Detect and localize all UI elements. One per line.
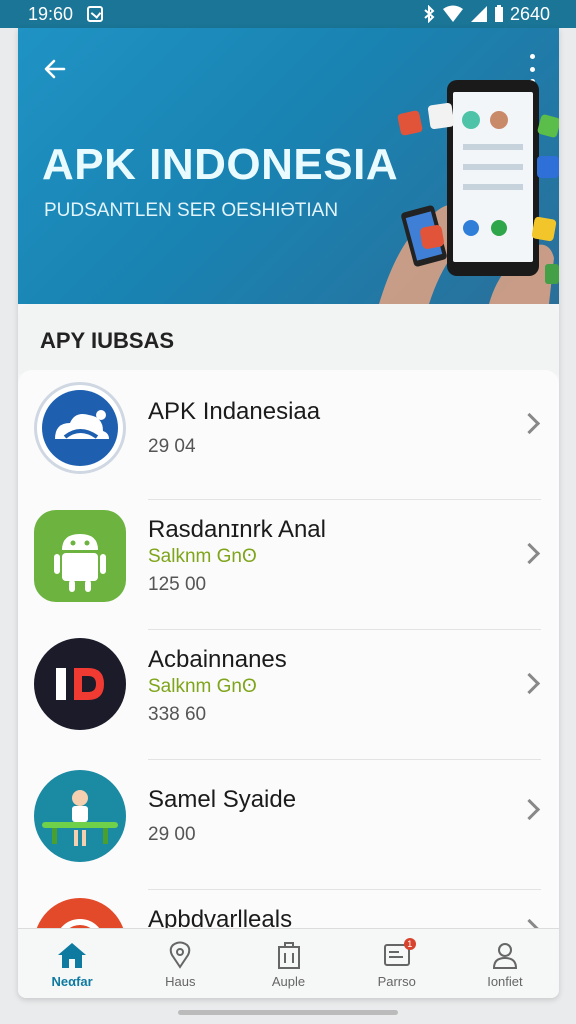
nav-item-parrso[interactable]: 1 Parrso: [343, 929, 451, 998]
app-tag: Salknm Gnʘ: [148, 676, 257, 697]
chevron-right-icon: [518, 798, 541, 821]
battery-icon: [494, 5, 503, 22]
list-item[interactable]: Rasdanɪnrk Anal Salknm Gnʘ 125 00: [18, 500, 559, 630]
app-screen: APK INDONESIA PUDSANTLEN SER OESHIƏTIAN: [18, 28, 559, 998]
app-meta: 29 00: [148, 824, 196, 845]
notification-icon: [87, 6, 104, 22]
android-icon: [34, 510, 126, 602]
back-arrow-icon[interactable]: [42, 56, 72, 86]
bottom-nav: Neαfar Haus Auple 1 Parrso Ionfiet: [18, 928, 559, 998]
red-ring-icon: [34, 898, 126, 930]
app-tag: Salknm Gnʘ: [148, 546, 257, 567]
app-meta: 29 04: [148, 436, 196, 457]
nav-item-home[interactable]: Neαfar: [18, 929, 126, 998]
app-name: Rasdanɪnrk Anal: [148, 516, 326, 543]
app-name: Samel Syaide: [148, 786, 297, 813]
home-indicator[interactable]: [178, 1010, 398, 1015]
location-pin-icon: [163, 940, 197, 970]
app-name: Acbainnanes: [148, 646, 287, 673]
person-at-table-icon: [34, 770, 126, 862]
notification-badge: 1: [403, 937, 416, 950]
home-icon: [55, 940, 89, 970]
app-list: APK Indanesiaa 29 04 Rasdanɪnrk Anal Sal…: [18, 370, 559, 930]
wifi-icon: [442, 5, 463, 22]
list-item[interactable]: Apbdvarlleals: [18, 890, 559, 930]
cloud-app-icon: [34, 382, 126, 474]
chevron-right-icon: [518, 672, 541, 695]
app-name: APK Indanesiaa: [148, 398, 321, 425]
building-icon: [272, 940, 306, 970]
list-item[interactable]: Acbainnanes Salknm Gnʘ 338 60: [18, 630, 559, 760]
list-item[interactable]: Samel Syaide 29 00: [18, 760, 559, 890]
nav-label: Ionfiet: [487, 973, 523, 989]
status-time: 19:60: [28, 3, 74, 24]
bluetooth-icon: [424, 5, 435, 23]
person-icon: [488, 940, 522, 970]
inbox-icon: 1: [380, 937, 416, 970]
nav-label: Neαfar: [51, 973, 93, 989]
section-title: APY IUBSAS: [40, 328, 175, 353]
app-meta: 125 00: [148, 574, 207, 595]
hero-banner: APK INDONESIA PUDSANTLEN SER OESHIƏTIAN: [18, 28, 559, 304]
hero-subtitle: PUDSANTLEN SER OESHIƏTIAN: [44, 200, 339, 221]
nav-label: Auple: [271, 973, 306, 989]
nav-item-haus[interactable]: Haus: [126, 929, 234, 998]
section-header: APY IUBSAS: [18, 304, 559, 374]
chevron-right-icon: [518, 542, 541, 565]
nav-item-auple[interactable]: Auple: [234, 929, 342, 998]
chevron-right-icon: [518, 412, 541, 435]
nav-item-profile[interactable]: Ionfiet: [451, 929, 559, 998]
nav-label: Parrso: [377, 973, 416, 989]
status-right-text: 2640: [509, 3, 550, 24]
hero-title: APK INDONESIA: [42, 140, 399, 189]
phone-in-hands-illustration: [379, 80, 559, 304]
signal-icon: [470, 6, 487, 22]
list-item[interactable]: APK Indanesiaa 29 04: [18, 370, 559, 500]
nav-label: Haus: [165, 973, 196, 989]
status-bar: 19:60 2640: [0, 0, 576, 28]
id-logo-icon: [34, 638, 126, 730]
app-meta: 338 60: [148, 704, 207, 725]
app-name: Apbdvarlleals: [148, 906, 293, 930]
